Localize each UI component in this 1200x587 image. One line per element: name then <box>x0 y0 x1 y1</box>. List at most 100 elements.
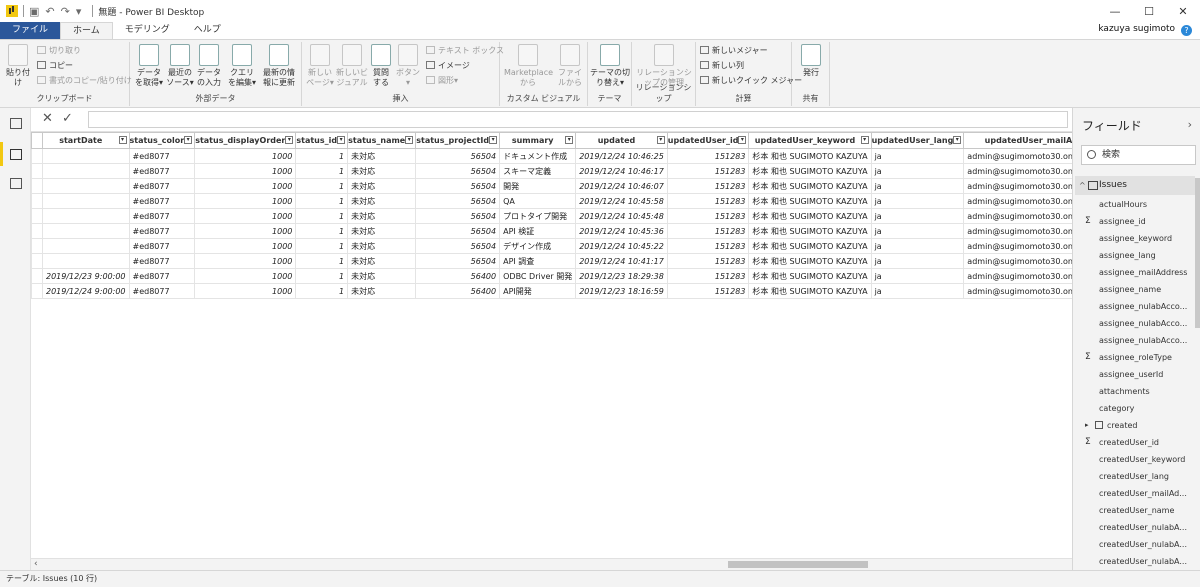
cell-summary[interactable]: QA <box>499 193 577 209</box>
field-item[interactable]: ΣcreatedUser_id <box>1073 434 1197 451</box>
publish-button[interactable]: 発行 <box>798 44 824 78</box>
cell-status_displayOrder[interactable]: 1000 <box>194 148 297 164</box>
horizontal-scrollbar[interactable]: ‹ <box>31 558 1072 570</box>
cell-status_name[interactable]: 未対応 <box>347 178 417 194</box>
cell-status_id[interactable]: 1 <box>295 253 349 269</box>
model-view-icon[interactable] <box>10 178 22 189</box>
new-measure-button[interactable]: 新しいメジャー <box>700 45 768 57</box>
cell-updatedUser_lang[interactable]: ja <box>870 238 965 254</box>
user-name[interactable]: kazuya sugimoto <box>1098 24 1175 34</box>
edit-queries-button[interactable]: クエリを編集▾ <box>228 44 256 88</box>
cancel-formula-icon[interactable]: ✕ <box>42 111 53 126</box>
cell-updatedUser_lang[interactable]: ja <box>870 178 965 194</box>
table-row[interactable]: #ed8077 1000 1 未対応 56504 ドキュメント作成 2019/12/24 1… <box>31 148 1072 164</box>
cell-status_displayOrder[interactable]: 1000 <box>194 283 297 299</box>
field-item[interactable]: assignee_nulabAcco... <box>1073 298 1197 315</box>
shapes-button[interactable]: 図形▾ <box>426 75 458 87</box>
cell-status_id[interactable]: 1 <box>295 238 349 254</box>
cell-status_displayOrder[interactable]: 1000 <box>194 178 297 194</box>
field-item[interactable]: assignee_mailAddress <box>1073 264 1197 281</box>
column-header-status_name[interactable]: status_name ▾ <box>347 132 417 149</box>
cell-startDate[interactable] <box>42 163 130 179</box>
cell-updatedUser_mailAddress[interactable]: admin@sugimomoto30.onmicrosoft.com <box>963 223 1072 239</box>
cell-summary[interactable]: API開発 <box>499 283 577 299</box>
cell-updatedUser_id[interactable]: 151283 <box>666 178 750 194</box>
cell-updated[interactable]: 2019/12/24 10:46:17 <box>575 163 668 179</box>
cell-status_name[interactable]: 未対応 <box>347 193 417 209</box>
copy-button[interactable]: コピー <box>37 60 73 72</box>
table-row[interactable]: 2019/12/23 9:00:00 #ed8077 1000 1 未対応 56400 OD… <box>31 268 1072 284</box>
cell-startDate[interactable]: 2019/12/24 9:00:00 <box>42 283 130 299</box>
filter-dropdown-icon[interactable]: ▾ <box>860 136 869 144</box>
cell-updatedUser_lang[interactable]: ja <box>870 253 965 269</box>
filter-dropdown-icon[interactable]: ▾ <box>337 136 346 144</box>
cell-status_color[interactable]: #ed8077 <box>128 238 196 254</box>
marketplace-button[interactable]: Marketplaceから <box>504 44 553 88</box>
cell-status_projectId[interactable]: 56400 <box>415 283 501 299</box>
save-icon[interactable]: ▣ <box>29 5 39 18</box>
cell-status_id[interactable]: 1 <box>295 193 349 209</box>
cell-summary[interactable]: スキーマ定義 <box>499 163 577 179</box>
field-item[interactable]: assignee_nulabAcco... <box>1073 315 1197 332</box>
table-row[interactable]: #ed8077 1000 1 未対応 56504 QA 2019/12/24 10:45:5… <box>31 193 1072 209</box>
help-icon[interactable]: ? <box>1181 25 1192 36</box>
column-header-updatedUser_keyword[interactable]: updatedUser_keyword ▾ <box>748 132 872 149</box>
paste-button[interactable]: 貼り付け <box>4 44 32 88</box>
cell-status_displayOrder[interactable]: 1000 <box>194 163 297 179</box>
column-header-updatedUser_id[interactable]: updatedUser_id ▾ <box>666 132 750 149</box>
cell-updatedUser_keyword[interactable]: 杉本 和也 SUGIMOTO KAZUYA <box>748 283 872 299</box>
column-header-summary[interactable]: summary ▾ <box>499 132 577 149</box>
column-header-status_projectId[interactable]: status_projectId ▾ <box>415 132 501 149</box>
cell-startDate[interactable] <box>42 208 130 224</box>
cell-updatedUser_mailAddress[interactable]: admin@sugimomoto30.onmicrosoft.com <box>963 193 1072 209</box>
column-header-updatedUser_mailAddress[interactable]: updatedUser_mailAddress▾ <box>963 132 1072 149</box>
field-item[interactable]: Σassignee_id <box>1073 213 1197 230</box>
cell-updated[interactable]: 2019/12/24 10:45:36 <box>575 223 668 239</box>
field-item[interactable]: createdUser_nulabA... <box>1073 519 1197 536</box>
cell-status_projectId[interactable]: 56504 <box>415 163 501 179</box>
cell-updatedUser_lang[interactable]: ja <box>870 223 965 239</box>
cell-status_name[interactable]: 未対応 <box>347 238 417 254</box>
cell-updatedUser_lang[interactable]: ja <box>870 163 965 179</box>
cell-updated[interactable]: 2019/12/23 18:16:59 <box>575 283 668 299</box>
cell-updated[interactable]: 2019/12/24 10:41:17 <box>575 253 668 269</box>
field-item[interactable]: assignee_lang <box>1073 247 1197 264</box>
commit-formula-icon[interactable]: ✓ <box>62 111 73 126</box>
cell-updated[interactable]: 2019/12/24 10:46:07 <box>575 178 668 194</box>
tab-help[interactable]: ヘルプ <box>182 22 233 39</box>
fields-scrollbar[interactable] <box>1195 168 1200 570</box>
table-row[interactable]: #ed8077 1000 1 未対応 56504 デザイン作成 2019/12/24 10:… <box>31 238 1072 254</box>
cell-status_color[interactable]: #ed8077 <box>128 253 196 269</box>
field-item[interactable]: createdUser_keyword <box>1073 451 1197 468</box>
undo-icon[interactable]: ↶ <box>45 5 54 18</box>
cell-updatedUser_mailAddress[interactable]: admin@sugimomoto30.onmicrosoft.com <box>963 253 1072 269</box>
cell-status_projectId[interactable]: 56504 <box>415 238 501 254</box>
column-header-updatedUser_lang[interactable]: updatedUser_lang ▾ <box>870 132 965 149</box>
cell-status_displayOrder[interactable]: 1000 <box>194 253 297 269</box>
cell-status_projectId[interactable]: 56504 <box>415 148 501 164</box>
cell-updatedUser_keyword[interactable]: 杉本 和也 SUGIMOTO KAZUYA <box>748 178 872 194</box>
get-data-button[interactable]: データを取得▾ <box>134 44 164 88</box>
cell-updatedUser_keyword[interactable]: 杉本 和也 SUGIMOTO KAZUYA <box>748 253 872 269</box>
cell-status_displayOrder[interactable]: 1000 <box>194 208 297 224</box>
cell-updatedUser_keyword[interactable]: 杉本 和也 SUGIMOTO KAZUYA <box>748 148 872 164</box>
cell-status_projectId[interactable]: 56400 <box>415 268 501 284</box>
cell-updated[interactable]: 2019/12/24 10:45:22 <box>575 238 668 254</box>
cell-status_name[interactable]: 未対応 <box>347 268 417 284</box>
cell-updatedUser_mailAddress[interactable]: admin@sugimomoto30.onmicrosoft.com <box>963 208 1072 224</box>
table-issues[interactable]: ^ Issues <box>1075 176 1199 195</box>
field-item[interactable]: assignee_name <box>1073 281 1197 298</box>
cell-updatedUser_keyword[interactable]: 杉本 和也 SUGIMOTO KAZUYA <box>748 238 872 254</box>
cell-updatedUser_keyword[interactable]: 杉本 和也 SUGIMOTO KAZUYA <box>748 268 872 284</box>
cell-status_name[interactable]: 未対応 <box>347 208 417 224</box>
cell-updatedUser_keyword[interactable]: 杉本 和也 SUGIMOTO KAZUYA <box>748 193 872 209</box>
cell-status_id[interactable]: 1 <box>295 148 349 164</box>
field-item[interactable]: ▸ created <box>1073 417 1197 434</box>
cell-updated[interactable]: 2019/12/24 10:46:25 <box>575 148 668 164</box>
filter-dropdown-icon[interactable]: ▾ <box>184 136 193 144</box>
cell-status_id[interactable]: 1 <box>295 163 349 179</box>
column-header-status_displayOrder[interactable]: status_displayOrder ▾ <box>194 132 297 149</box>
filter-dropdown-icon[interactable]: ▾ <box>489 136 498 144</box>
table-row[interactable]: #ed8077 1000 1 未対応 56504 API 調査 2019/12/24 10:… <box>31 253 1072 269</box>
cell-updatedUser_mailAddress[interactable]: admin@sugimomoto30.onmicrosoft.com <box>963 148 1072 164</box>
